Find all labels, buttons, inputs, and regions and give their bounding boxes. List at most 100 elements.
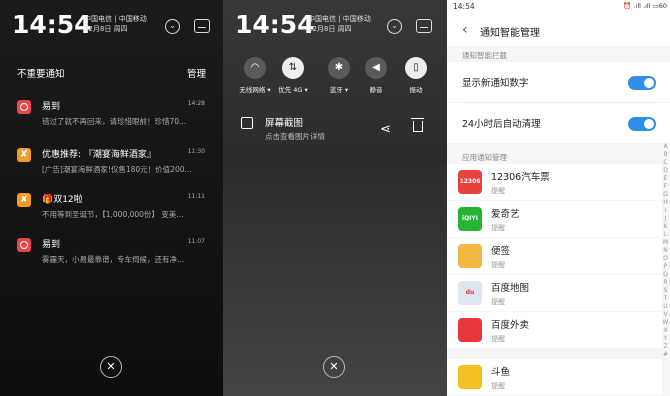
close-icon[interactable]: ✕ (100, 356, 122, 378)
clock-time: 14:54 (12, 10, 92, 39)
app-notify-mode: 提醒 (491, 261, 505, 269)
alphabet-letter[interactable]: T (661, 295, 670, 303)
screenshot-subtitle: 点击查看图片详情 (265, 132, 325, 141)
alphabet-letter[interactable]: E (661, 175, 670, 183)
notification-title: 🎁双12啦 (42, 195, 83, 205)
notification-title: 易到 (42, 240, 61, 250)
alphabet-letter[interactable]: R (661, 279, 670, 287)
notification-item[interactable]: ✘ 优惠推荐: 『潮宴海鲜酒家』 11:30 [广告]潮宴海鲜酒家!仅售180元… (0, 148, 223, 192)
app-notify-mode: 提醒 (491, 187, 505, 195)
notification-time: 11:30 (187, 148, 205, 155)
app-row-iqiyi[interactable]: iQIYI 爱奇艺 提醒 (447, 201, 662, 237)
wifi-icon: ◠ (244, 57, 266, 79)
notification-title: 易到 (42, 102, 61, 112)
inbox-icon[interactable] (416, 19, 432, 33)
app-row-notes[interactable]: 便签 提醒 (447, 238, 662, 274)
alphabet-letter[interactable]: V (661, 311, 670, 319)
app-header: ‹ 通知智能管理 (447, 14, 670, 46)
app-name: 百度外卖 (491, 320, 530, 331)
setting-label: 显示新通知数字 (462, 78, 529, 89)
alphabet-letter[interactable]: L (661, 231, 670, 239)
alphabet-letter[interactable]: P (661, 263, 670, 271)
chevron-down-icon[interactable]: ⌄ (165, 19, 180, 34)
app-name: 斗鱼 (491, 367, 511, 378)
vibrate-icon: ▯ (405, 57, 427, 79)
setting-show-count[interactable]: 显示新通知数字 (447, 62, 670, 102)
toggle-wifi[interactable]: ◠ 无线网络 ▾ (239, 57, 271, 94)
alphabet-letter[interactable]: H (661, 199, 670, 207)
alphabet-letter[interactable]: Z (661, 343, 670, 351)
alphabet-letter[interactable]: Q (661, 271, 670, 279)
app-row-douyu[interactable]: 斗鱼 提醒 (447, 359, 662, 395)
alphabet-letter[interactable]: S (661, 287, 670, 295)
quick-settings-panel: 14:54 中国电信 | 中国移动 12月8日 周四 ⌄ ◠ 无线网络 ▾ ⇅ … (223, 0, 447, 396)
alphabet-letter[interactable]: J (661, 215, 670, 223)
app-name: 爱奇艺 (491, 209, 520, 220)
toggle-label: 振动 (409, 86, 423, 94)
alphabet-letter[interactable]: I (661, 207, 670, 215)
status-icons: ⏰ .ıll .ıll ▭60 (623, 2, 667, 10)
app-row-12306[interactable]: 12306 12306汽车票 提醒 (447, 164, 662, 200)
alphabet-letter[interactable]: # (661, 351, 670, 359)
bluetooth-icon: ✱ (328, 57, 350, 79)
app-row-baidu-map[interactable]: du 百度地图 提醒 (447, 275, 662, 311)
toggle-4g[interactable]: ⇅ 优先 4G ▾ (278, 57, 308, 94)
alphabet-letter[interactable]: M (661, 239, 670, 247)
app-notes-icon (458, 244, 482, 268)
share-icon[interactable]: ⋖ (380, 122, 391, 137)
alphabet-letter[interactable]: U (661, 303, 670, 311)
screenshot-icon (241, 117, 253, 129)
alphabet-letter[interactable]: X (661, 327, 670, 335)
carrier-names: 中国电信 | 中国移动 (308, 15, 371, 23)
chevron-down-icon[interactable]: ⌄ (387, 19, 402, 34)
toggle-vibrate[interactable]: ▯ 振动 (401, 57, 431, 94)
youhui-icon: ✘ (17, 148, 31, 162)
notification-item[interactable]: 易到 14:28 错过了就不再回来，请珍惜眼前！珍惜70... (0, 100, 223, 144)
toggle-mute[interactable]: ◀ 静音 (361, 57, 391, 94)
alphabet-letter[interactable]: B (661, 151, 670, 159)
status-bar: 14:54 ⏰ .ıll .ıll ▭60 (447, 0, 670, 14)
screenshot-title[interactable]: 屏幕截图 (265, 115, 303, 129)
notification-time: 11:07 (187, 238, 205, 245)
notification-time: 14:28 (187, 100, 205, 107)
notification-body: 错过了就不再回来，请珍惜眼前！珍惜70... (42, 117, 187, 126)
alphabet-letter[interactable]: N (661, 247, 670, 255)
back-arrow-icon[interactable]: ‹ (462, 22, 468, 38)
date-label: 12月8日 周四 (308, 25, 352, 33)
toggle-switch[interactable] (628, 76, 656, 90)
close-icon[interactable]: ✕ (323, 356, 345, 378)
inbox-icon[interactable] (194, 19, 210, 33)
alphabet-letter[interactable]: F (661, 183, 670, 191)
notification-body: 不用等到圣诞节，【1,000,000份】 变美... (42, 210, 184, 219)
mute-icon: ◀ (365, 57, 387, 79)
setting-auto-clean[interactable]: 24小时后自动清理 (447, 103, 670, 143)
section-label: 应用通知管理 (462, 153, 507, 162)
section-title: 不重要通知 (17, 69, 65, 80)
alphabet-letter[interactable]: W (661, 319, 670, 327)
alphabet-letter[interactable]: G (661, 191, 670, 199)
clock-time: 14:54 (235, 10, 315, 39)
alphabet-letter[interactable]: C (661, 159, 670, 167)
trash-icon[interactable] (411, 118, 424, 132)
toggle-bluetooth[interactable]: ✱ 蓝牙 ▾ (324, 57, 354, 94)
notification-settings-panel: 14:54 ⏰ .ıll .ıll ▭60 ‹ 通知智能管理 通知智能拦截 显示… (447, 0, 670, 396)
toggle-switch[interactable] (628, 117, 656, 131)
alphabet-letter[interactable]: D (661, 167, 670, 175)
app-baidu-map-icon: du (458, 281, 482, 305)
alphabet-letter[interactable]: O (661, 255, 670, 263)
alphabet-letter[interactable]: K (661, 223, 670, 231)
notification-item[interactable]: ✘ 🎁双12啦 11:11 不用等到圣诞节，【1,000,000份】 变美... (0, 193, 223, 237)
alphabet-index[interactable]: A B C D E F G H I J K L M N O P Q R S T U V W X Y Z # (661, 143, 670, 359)
app-notify-mode: 提醒 (491, 298, 505, 306)
notification-time: 11:11 (187, 193, 205, 200)
app-douyu-icon (458, 365, 482, 389)
carrier-info: 中国电信 | 中国移动 12月8日 周四 (84, 14, 147, 34)
alphabet-letter[interactable]: A (661, 143, 670, 151)
alphabet-letter[interactable]: Y (661, 335, 670, 343)
notification-item[interactable]: 易到 11:07 雾霾天，小易最靠谱，专车伺候，还有净... (0, 238, 223, 282)
app-row-baidu-waimai[interactable]: 百度外卖 提醒 (447, 312, 662, 348)
page-title: 通知智能管理 (480, 28, 540, 39)
manage-button[interactable]: 管理 (187, 66, 206, 80)
toggle-label: 优先 4G ▾ (278, 86, 308, 94)
app-notify-mode: 提醒 (491, 335, 505, 343)
